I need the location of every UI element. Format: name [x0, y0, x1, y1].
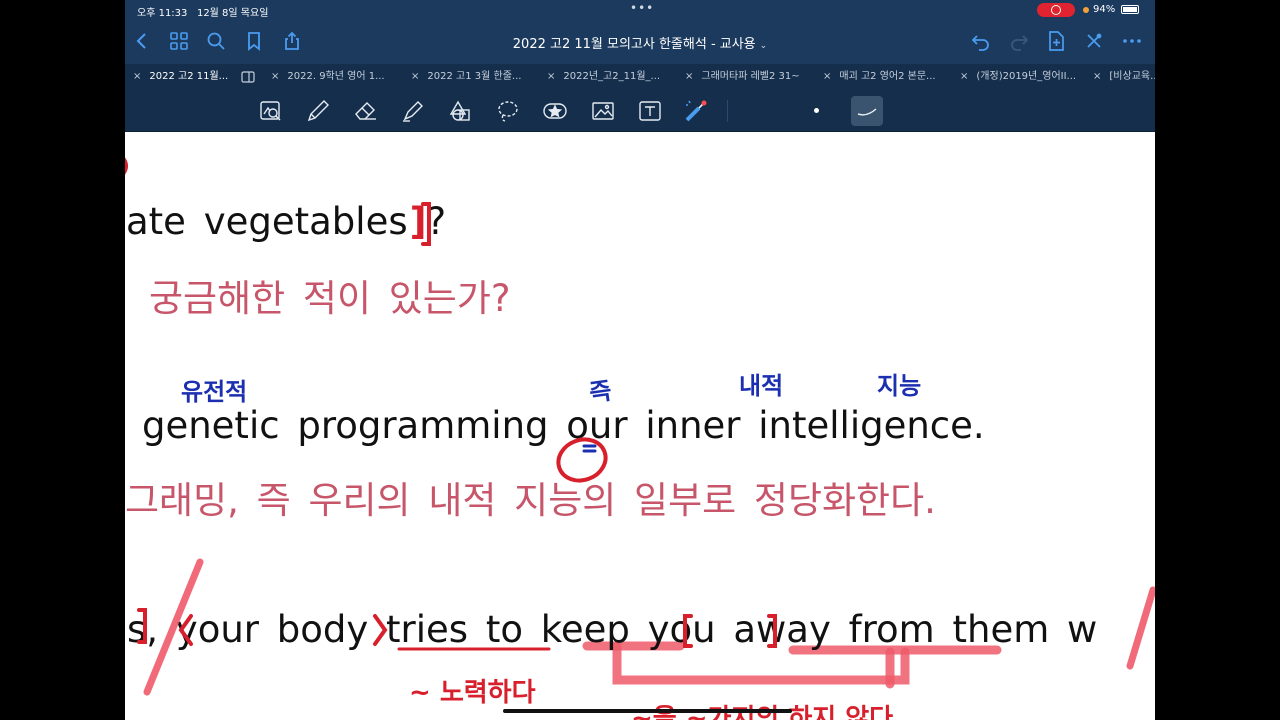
ink-angle-bracket: [373, 614, 388, 646]
app-window: 오후 11:33 12월 8일 목요일 ••• 94% 2022 고2 11월 …: [125, 0, 1155, 720]
sticker-icon[interactable]: [542, 98, 568, 124]
shapes-icon[interactable]: [447, 98, 473, 124]
ink-layer: [125, 157, 1155, 713]
highlighter-icon[interactable]: [400, 98, 426, 124]
tab-close-icon[interactable]: ×: [685, 71, 693, 82]
text-icon[interactable]: [637, 98, 663, 124]
nav-bar: 2022 고2 11월 모의고사 한줄해석 - 교사용 ⌄: [125, 20, 1155, 64]
tab-close-icon[interactable]: ×: [823, 71, 831, 82]
multitask-dots-icon[interactable]: •••: [630, 1, 654, 15]
toolbar-divider: [727, 100, 728, 122]
tab-close-icon[interactable]: ×: [960, 71, 968, 82]
ink-bracket: [137, 608, 147, 644]
document-page[interactable]: ate vegetables]? 궁금해한 적이 있는가? 유전적 즉 내적 지…: [125, 132, 1155, 720]
ink-angle-bracket: [178, 614, 193, 646]
stroke-style-button[interactable]: [851, 96, 883, 126]
redo-icon[interactable]: [1008, 30, 1030, 52]
image-icon[interactable]: [590, 98, 616, 124]
tab-4[interactable]: × 그래머타파 레벨2 31~: [685, 64, 815, 90]
zoom-select-icon[interactable]: [258, 98, 284, 124]
ink-equals: [582, 444, 597, 453]
ink-circle: [556, 437, 608, 483]
tab-1[interactable]: × 2022. 9학년 영어 1...: [271, 64, 401, 90]
document-tab-bar: × 2022 고2 11월... × 2022. 9학년 영어 1... × 2022…: [125, 64, 1155, 90]
stroke-curve-icon: [857, 108, 877, 116]
ink-stroke: [125, 157, 128, 175]
battery-icon: [1121, 5, 1139, 14]
ink-bracket: [767, 614, 777, 648]
tab-2[interactable]: × 2022 고1 3월 한줄...: [411, 64, 539, 90]
eraser-icon[interactable]: [353, 98, 379, 124]
split-view-icon[interactable]: [241, 71, 255, 83]
tab-close-icon[interactable]: ×: [1093, 71, 1101, 82]
battery-percent: 94%: [1093, 4, 1116, 15]
laser-pointer-icon[interactable]: [683, 98, 709, 124]
ink-slash: [143, 558, 204, 696]
more-icon[interactable]: [1121, 30, 1143, 52]
tab-6[interactable]: × (개정)2019년_영어II...: [960, 64, 1090, 90]
undo-icon[interactable]: [970, 30, 992, 52]
tab-3[interactable]: × 2022년_고2_11월_...: [547, 64, 675, 90]
ink-slash: [1126, 586, 1155, 670]
ink-bracket: [683, 614, 693, 648]
tab-close-icon[interactable]: ×: [547, 71, 555, 82]
drawing-toolbar: [125, 90, 1155, 132]
add-page-icon[interactable]: [1045, 30, 1067, 52]
pen-icon[interactable]: [305, 98, 331, 124]
close-x-icon[interactable]: [1083, 30, 1105, 52]
status-bar: 오후 11:33 12월 8일 목요일 ••• 94%: [125, 0, 1155, 20]
lasso-icon[interactable]: [495, 98, 521, 124]
tab-close-icon[interactable]: ×: [411, 71, 419, 82]
tab-7[interactable]: × [비상교육...: [1093, 64, 1155, 90]
tab-close-icon[interactable]: ×: [133, 71, 141, 82]
stroke-size-dot-icon[interactable]: [814, 108, 819, 113]
mic-indicator-icon: [1083, 7, 1089, 13]
status-time: 오후 11:33 12월 8일 목요일: [137, 8, 269, 19]
tab-close-icon[interactable]: ×: [271, 71, 279, 82]
screen-record-icon[interactable]: [1037, 3, 1075, 17]
tab-5[interactable]: × 매괴 고2 영어2 본문...: [823, 64, 955, 90]
document-title[interactable]: 2022 고2 11월 모의고사 한줄해석 - 교사용 ⌄: [125, 33, 1155, 52]
ink-bracket: [421, 202, 431, 246]
